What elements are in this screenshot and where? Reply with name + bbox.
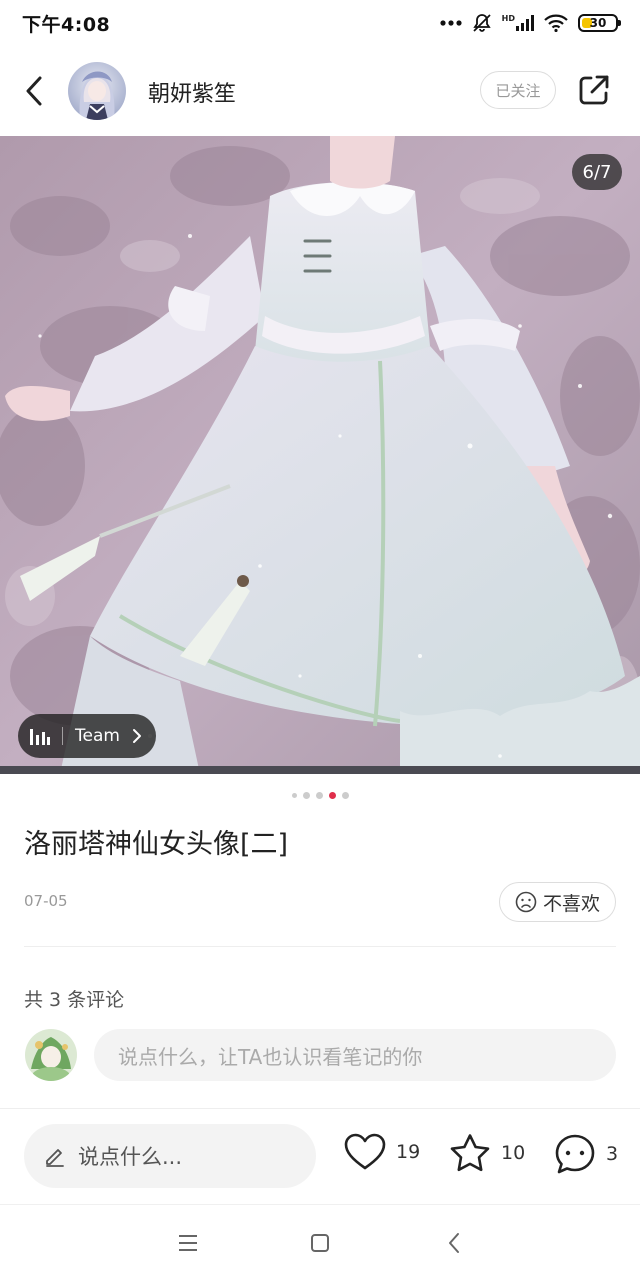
system-nav-bar	[0, 1204, 640, 1280]
carousel-dots	[0, 792, 640, 799]
team-tag-button[interactable]: Team	[18, 714, 156, 758]
team-tag-label: Team	[75, 726, 120, 746]
section-divider	[24, 946, 616, 947]
status-time: 下午4:08	[22, 13, 111, 36]
chevron-right-icon	[132, 729, 141, 743]
back-button[interactable]	[18, 74, 50, 108]
system-back-button[interactable]	[442, 1231, 466, 1255]
carousel-dot	[328, 792, 336, 799]
image-page-indicator: 6/7	[572, 154, 622, 190]
chevron-left-icon	[26, 76, 42, 106]
recent-apps-button[interactable]	[176, 1231, 200, 1255]
battery-icon: 30	[578, 14, 621, 32]
mute-bell-icon	[472, 13, 492, 33]
square-icon	[311, 1234, 329, 1252]
like-count: 19	[396, 1141, 421, 1163]
bottom-action-bar: 说点什么... 19 10 3	[0, 1108, 640, 1204]
favorite-button[interactable]: 10	[449, 1133, 525, 1173]
dislike-button[interactable]: 不喜欢	[499, 882, 616, 922]
my-avatar	[25, 1029, 77, 1081]
comment-count: 3	[606, 1143, 619, 1165]
chevron-left-icon	[449, 1233, 459, 1253]
menu-lines-icon	[179, 1235, 197, 1251]
lolita-dress-photo	[0, 136, 640, 774]
heart-icon	[344, 1133, 386, 1170]
share-button[interactable]	[576, 72, 612, 108]
frown-face-icon	[515, 891, 537, 913]
say-something-input[interactable]: 说点什么...	[24, 1124, 316, 1188]
like-button[interactable]: 19	[344, 1133, 420, 1171]
author-avatar[interactable]	[68, 62, 126, 120]
image-bottom-edge	[0, 766, 640, 774]
dislike-label: 不喜欢	[542, 892, 600, 915]
status-icons: HD 30	[440, 13, 621, 33]
more-dots-icon	[440, 20, 462, 26]
comment-bubble-icon	[555, 1134, 595, 1174]
favorite-count: 10	[501, 1142, 526, 1164]
tag-separator	[62, 727, 63, 745]
home-button[interactable]	[308, 1231, 332, 1255]
note-title: 洛丽塔神仙女头像[二]	[24, 829, 289, 860]
carousel-dot	[341, 792, 349, 799]
carousel-dot	[291, 793, 297, 798]
comment-button[interactable]: 3	[554, 1133, 618, 1175]
bar-chart-icon	[30, 729, 50, 745]
comment-count-label: 共 3 条评论	[24, 989, 125, 1011]
carousel-dot	[315, 792, 323, 799]
star-icon	[450, 1134, 490, 1172]
carousel-dot	[302, 792, 310, 799]
signal-icon: HD	[502, 15, 534, 31]
author-name[interactable]: 朝妍紫笙	[148, 76, 236, 108]
status-bar: 下午4:08 HD 30	[0, 0, 640, 46]
say-something-placeholder: 说点什么...	[78, 1145, 183, 1169]
note-image[interactable]: 6/7 Team	[0, 136, 640, 774]
note-date: 07-05	[24, 892, 68, 910]
share-icon	[579, 75, 609, 105]
network-type-label: HD	[501, 14, 515, 23]
comment-input[interactable]: 说点什么，让TA也认识看笔记的你	[94, 1029, 616, 1081]
note-header: 朝妍紫笙 已关注	[0, 46, 640, 136]
battery-level: 30	[589, 16, 607, 30]
wifi-icon	[544, 14, 568, 32]
follow-button[interactable]: 已关注	[480, 71, 556, 109]
pencil-icon	[46, 1149, 64, 1167]
